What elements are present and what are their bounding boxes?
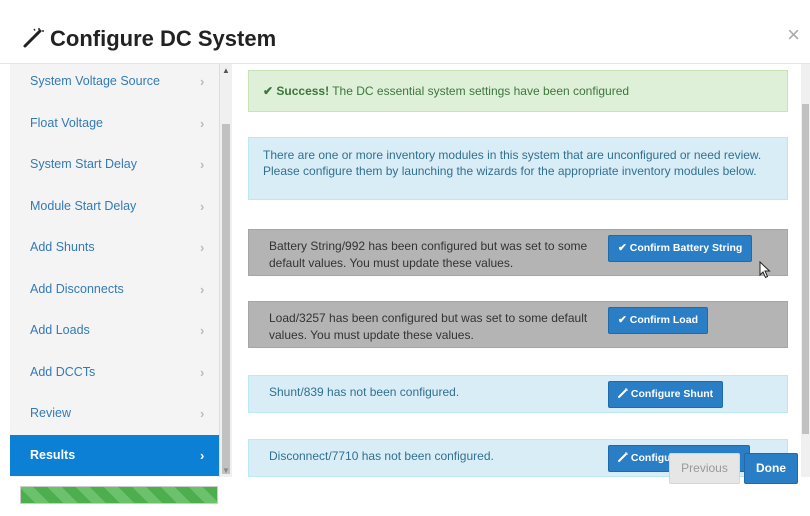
scroll-down-arrow-icon[interactable]: ▼ [222,466,230,475]
wizard-step-sidebar: System Voltage Source › Float Voltage › … [10,64,220,477]
chevron-right-icon: › [200,282,205,297]
chevron-right-icon: › [200,199,205,214]
checkmark-icon: ✔ [263,84,274,98]
sidebar-scrollbar[interactable]: ▲ ▼ [220,64,232,477]
success-message: The DC essential system settings have be… [329,84,630,98]
content-scrollbar-thumb[interactable] [802,104,809,434]
task-message: Load/3257 has been configured but was se… [269,311,588,342]
wizard-progress-bar [20,486,218,504]
sidebar-item-add-loads[interactable]: Add Loads › [10,310,219,351]
chevron-right-icon: › [200,157,205,172]
chevron-right-icon: › [200,365,205,380]
previous-button[interactable]: Previous [669,453,740,484]
configure-dc-system-dialog: Configure DC System × System Voltage Sou… [0,0,810,516]
inventory-info-alert: There are one or more inventory modules … [248,137,788,200]
progress-bar-fill [21,487,217,503]
button-label: Confirm Load [629,314,698,326]
chevron-right-icon: › [200,323,205,338]
sidebar-scrollbar-thumb[interactable] [222,124,230,474]
confirm-load-button[interactable]: ✔ Confirm Load [608,307,708,334]
sidebar-item-label: Add DCCTs [30,365,96,379]
chevron-right-icon: › [200,116,205,131]
sidebar-item-module-start-delay[interactable]: Module Start Delay › [10,186,219,227]
sidebar-item-system-voltage-source[interactable]: System Voltage Source › [10,64,219,102]
scroll-up-arrow-icon[interactable]: ▲ [222,66,230,75]
dialog-title: Configure DC System [50,26,277,51]
success-alert: ✔ Success! The DC essential system setti… [248,70,788,112]
mouse-pointer-icon [759,261,771,279]
results-panel: ✔ Success! The DC essential system setti… [233,64,801,477]
magic-wand-icon [23,28,44,48]
sidebar-item-label: Add Shunts [30,240,95,254]
dialog-header: Configure DC System × [0,0,810,64]
sidebar-item-label: Module Start Delay [30,199,137,213]
done-button[interactable]: Done [744,453,798,484]
chevron-right-icon: › [200,74,205,89]
sidebar-item-add-dccts[interactable]: Add DCCTs › [10,352,219,393]
sidebar-item-label: Add Loads [30,323,90,337]
sidebar-item-label: Add Disconnects [30,282,124,296]
chevron-right-icon: › [200,240,205,255]
close-icon[interactable]: × [787,24,800,46]
task-battery-string: Battery String/992 has been configured b… [248,229,788,276]
confirm-battery-string-button[interactable]: ✔ Confirm Battery String [608,235,753,262]
checkmark-icon: ✔ [618,242,627,254]
button-label: Confirm Battery String [629,242,743,254]
sidebar-item-add-disconnects[interactable]: Add Disconnects › [10,269,219,310]
task-message: Shunt/839 has not been configured. [269,385,460,399]
sidebar-item-label: Review [30,406,71,420]
sidebar-item-label: Float Voltage [30,116,103,130]
sidebar-item-results[interactable]: Results › [10,435,219,476]
magic-wand-icon [618,452,628,462]
configure-shunt-button[interactable]: Configure Shunt [608,381,724,408]
button-label: Configure Shunt [630,388,714,400]
task-load: Load/3257 has been configured but was se… [248,301,788,348]
sidebar-item-label: Results [30,448,76,462]
success-strong-label: Success! [276,84,330,98]
magic-wand-icon [618,388,628,398]
sidebar-item-system-start-delay[interactable]: System Start Delay › [10,144,219,185]
content-scrollbar[interactable] [801,64,810,477]
checkmark-icon: ✔ [618,314,627,326]
chevron-right-icon: › [200,448,205,463]
task-shunt: Shunt/839 has not been configured. Confi… [248,375,788,413]
task-message: Disconnect/7710 has not been configured. [269,449,494,463]
sidebar-item-float-voltage[interactable]: Float Voltage › [10,103,219,144]
sidebar-item-add-shunts[interactable]: Add Shunts › [10,227,219,268]
sidebar-item-review[interactable]: Review › [10,393,219,434]
chevron-right-icon: › [200,406,205,421]
task-message: Battery String/992 has been configured b… [269,239,588,270]
sidebar-item-label: System Start Delay [30,157,137,171]
sidebar-item-label: System Voltage Source [30,74,160,88]
